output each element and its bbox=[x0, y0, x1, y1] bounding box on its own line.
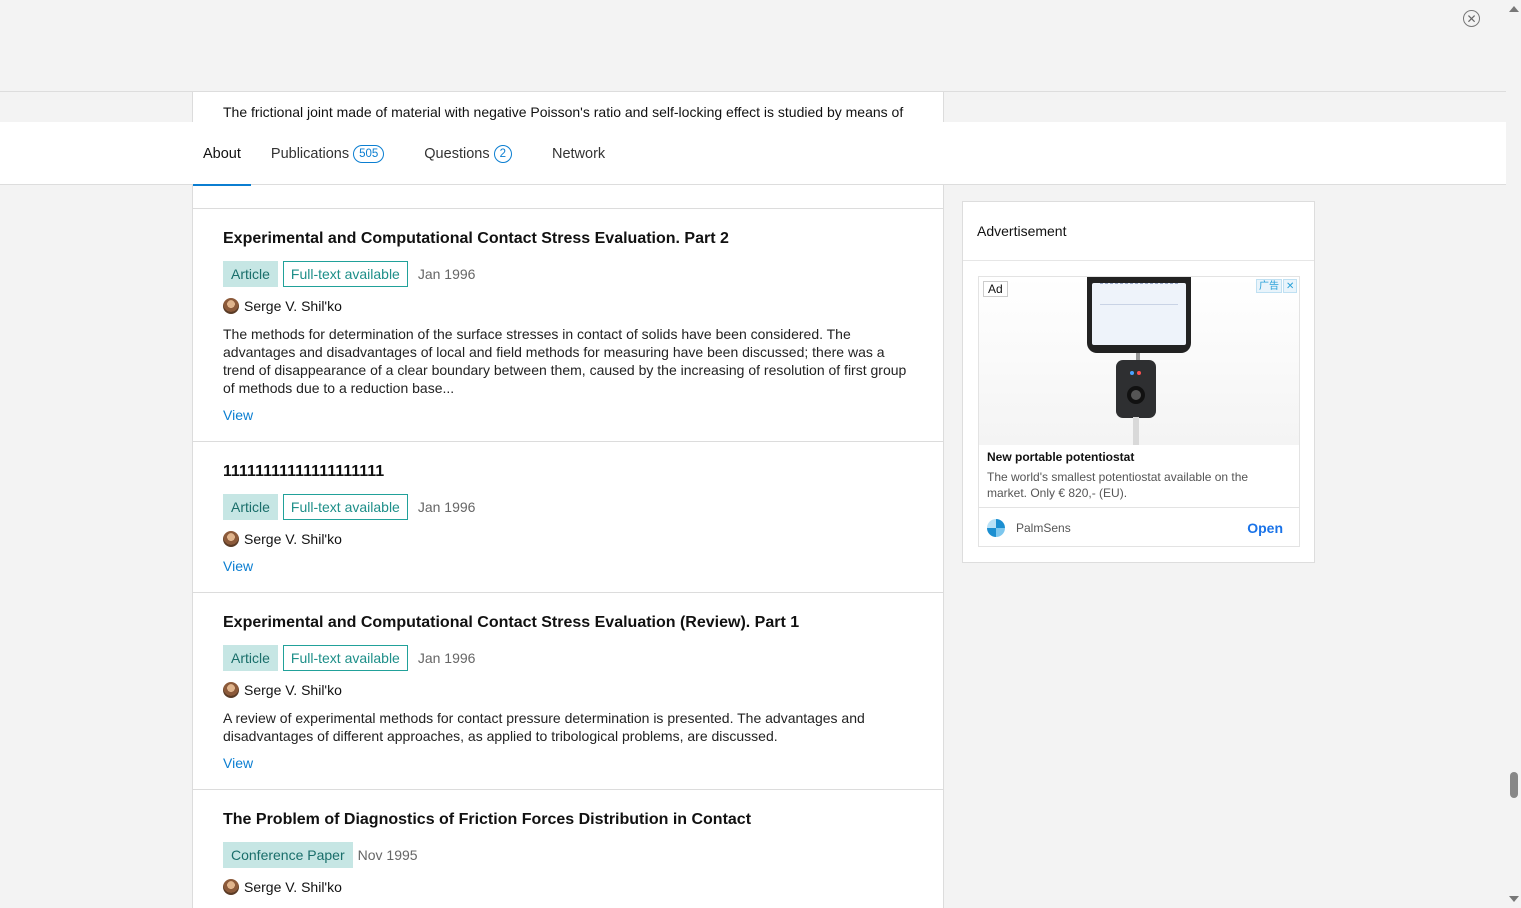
advertiser-name: PalmSens bbox=[1016, 520, 1071, 535]
tab-label: Questions bbox=[424, 145, 490, 162]
fulltext-badge[interactable]: Full-text available bbox=[282, 494, 408, 520]
scroll-up-arrow-icon[interactable] bbox=[1509, 6, 1519, 12]
avatar bbox=[223, 682, 239, 698]
publication-date: Jan 1996 bbox=[417, 499, 476, 515]
publication-item: Experimental and Computational Contact S… bbox=[193, 592, 943, 789]
view-link[interactable]: View bbox=[223, 558, 253, 574]
tab-questions[interactable]: Questions 2 bbox=[424, 122, 512, 185]
publication-author[interactable]: Serge V. Shil'ko bbox=[223, 681, 913, 699]
publication-abstract: A review of experimental methods for con… bbox=[223, 710, 865, 744]
scroll-thumb[interactable] bbox=[1510, 772, 1518, 798]
tab-label: About bbox=[203, 145, 241, 162]
ad-unit[interactable]: Ad 广告 ✕ New portable potentiostat The wo… bbox=[978, 276, 1300, 547]
ad-headline[interactable]: New portable potentiostat bbox=[987, 450, 1134, 464]
publication-list: Experimental and Computational Contact S… bbox=[193, 208, 943, 906]
avatar bbox=[223, 531, 239, 547]
cable-image bbox=[1133, 417, 1139, 445]
author-name: Serge V. Shil'ko bbox=[244, 682, 342, 698]
advertisement-card: Advertisement Ad 广告 ✕ New portable poten… bbox=[962, 201, 1315, 563]
publications-count-badge: 505 bbox=[353, 144, 385, 163]
publication-date: Jan 1996 bbox=[417, 650, 476, 666]
fulltext-badge[interactable]: Full-text available bbox=[282, 645, 408, 671]
publication-type-badge: Article bbox=[223, 645, 278, 671]
tab-network[interactable]: Network bbox=[552, 122, 605, 185]
questions-count-badge: 2 bbox=[493, 144, 512, 163]
publication-abstract: The methods for determination of the sur… bbox=[223, 326, 907, 396]
fulltext-badge[interactable]: Full-text available bbox=[282, 261, 408, 287]
ad-open-button[interactable]: Open bbox=[1247, 520, 1283, 536]
publication-date: Jan 1996 bbox=[417, 266, 476, 282]
tab-label: Network bbox=[551, 145, 606, 162]
publication-author[interactable]: Serge V. Shil'ko bbox=[223, 530, 913, 548]
phone-image bbox=[1087, 277, 1191, 353]
publication-meta: Article Full-text available Jan 1996 bbox=[223, 645, 913, 671]
publication-item: Experimental and Computational Contact S… bbox=[193, 208, 943, 441]
scroll-down-arrow-icon[interactable] bbox=[1509, 896, 1519, 902]
adchoices[interactable]: 广告 ✕ bbox=[1256, 279, 1297, 293]
profile-intro-text: The frictional joint made of material wi… bbox=[223, 104, 904, 120]
top-banner: ✕ bbox=[0, 0, 1506, 92]
close-icon[interactable]: ✕ bbox=[1283, 279, 1297, 293]
publication-title-link[interactable]: 11111111111111111111 bbox=[223, 462, 913, 482]
publication-date: Nov 1995 bbox=[357, 847, 418, 863]
view-link[interactable]: View bbox=[223, 407, 253, 423]
page-scrollbar[interactable] bbox=[1506, 0, 1521, 908]
ad-description: The world's smallest potentiostat availa… bbox=[987, 470, 1249, 500]
ad-label: Ad bbox=[983, 281, 1008, 297]
tab-label: Publications bbox=[270, 145, 350, 162]
publication-title-link[interactable]: The Problem of Diagnostics of Friction F… bbox=[223, 810, 913, 830]
tabs: About Publications 505 Questions 2 Netwo… bbox=[193, 122, 645, 186]
adchoices-label[interactable]: 广告 bbox=[1256, 279, 1282, 293]
publication-author[interactable]: Serge V. Shil'ko bbox=[223, 297, 913, 315]
publication-author[interactable]: Serge V. Shil'ko bbox=[223, 878, 913, 896]
publication-meta: Article Full-text available Jan 1996 bbox=[223, 261, 913, 287]
publication-type-badge: Article bbox=[223, 261, 278, 287]
advertiser-logo-icon bbox=[987, 518, 1005, 537]
publication-title-link[interactable]: Experimental and Computational Contact S… bbox=[223, 229, 913, 249]
avatar bbox=[223, 879, 239, 895]
publication-item: The Problem of Diagnostics of Friction F… bbox=[193, 789, 943, 896]
publication-type-badge: Article bbox=[223, 494, 278, 520]
potentiostat-image bbox=[1116, 360, 1156, 418]
ad-footer: PalmSens Open bbox=[979, 507, 1299, 547]
publication-meta: Article Full-text available Jan 1996 bbox=[223, 494, 913, 520]
tab-about[interactable]: About bbox=[193, 122, 251, 186]
tab-publications[interactable]: Publications 505 bbox=[270, 122, 385, 185]
profile-tab-bar: About Publications 505 Questions 2 Netwo… bbox=[0, 122, 1506, 186]
author-name: Serge V. Shil'ko bbox=[244, 298, 342, 314]
ad-product-image[interactable]: Ad 广告 ✕ bbox=[979, 277, 1299, 445]
publication-meta: Conference Paper Nov 1995 bbox=[223, 842, 913, 868]
avatar bbox=[223, 298, 239, 314]
advertisement-heading: Advertisement bbox=[963, 202, 1314, 261]
close-circle-icon[interactable]: ✕ bbox=[1463, 10, 1480, 27]
author-name: Serge V. Shil'ko bbox=[244, 531, 342, 547]
author-name: Serge V. Shil'ko bbox=[244, 879, 342, 895]
publication-title-link[interactable]: Experimental and Computational Contact S… bbox=[223, 613, 913, 633]
publication-type-badge: Conference Paper bbox=[223, 842, 353, 868]
publication-item: 11111111111111111111 Article Full-text a… bbox=[193, 441, 943, 592]
view-link[interactable]: View bbox=[223, 755, 253, 771]
